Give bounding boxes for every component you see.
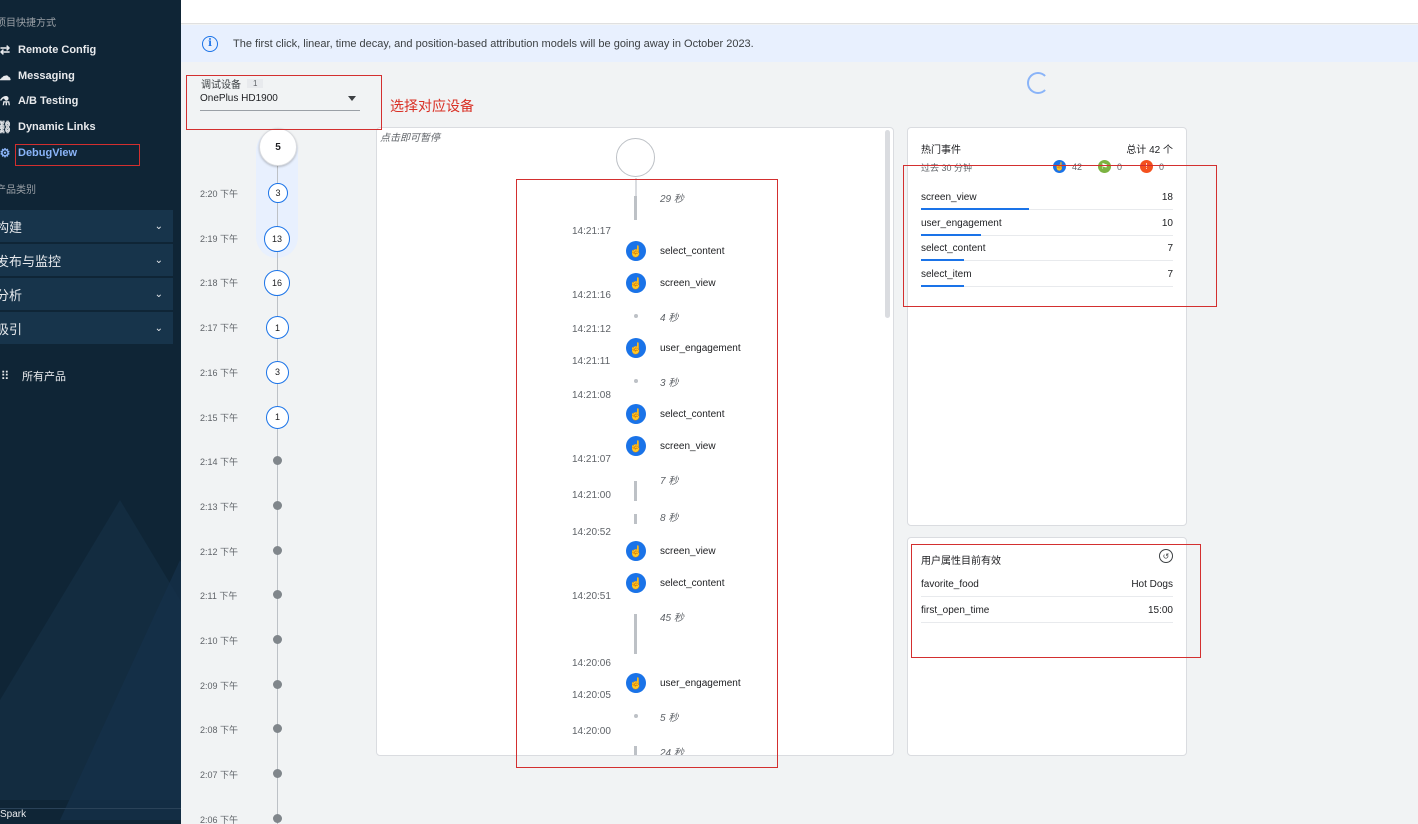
sidebar-group-engage[interactable]: 吸引 ⌄ — [0, 312, 173, 345]
minute-row[interactable]: 2:06 下午 — [200, 808, 320, 824]
minute-row[interactable]: 2:20 下午 3 — [200, 182, 320, 203]
sidebar: 项目快捷方式 ⇄ Remote Config ☁ Messaging ⚗ A/B… — [0, 0, 181, 824]
sidebar-group-analytics[interactable]: 分析 ⌄ — [0, 278, 173, 311]
top-events-title: 热门事件 — [921, 145, 961, 156]
minute-row[interactable]: 2:19 下午 13 — [200, 225, 320, 252]
sidebar-item-all-products[interactable]: ⠿ 所有产品 — [0, 365, 181, 387]
minute-time: 2:16 下午 — [200, 367, 239, 378]
ab-testing-icon: ⚗ — [0, 94, 11, 108]
chevron-down-icon: ⌄ — [154, 220, 163, 232]
minute-row[interactable]: 2:07 下午 — [200, 763, 320, 783]
minute-empty-dot — [273, 635, 282, 644]
minute-count-bubble: 13 — [264, 225, 290, 252]
minute-empty-dot — [273, 590, 282, 600]
minute-time: 2:19 下午 — [200, 233, 239, 244]
annotation-box-top-events — [903, 165, 1217, 307]
minute-row[interactable]: 2:18 下午 16 — [200, 270, 320, 297]
stream-start-circle — [616, 138, 655, 177]
minute-time: 2:09 下午 — [200, 680, 239, 691]
annotation-box-device — [186, 75, 382, 130]
minute-time: 2:11 下午 — [200, 591, 238, 602]
minute-time: 2:12 下午 — [200, 546, 239, 557]
sidebar-item-remote-config[interactable]: ⇄ Remote Config — [0, 39, 181, 61]
messaging-icon: ☁ — [0, 69, 11, 83]
chevron-down-icon: ⌄ — [154, 288, 163, 300]
minute-count-bubble: 1 — [266, 405, 289, 429]
minute-empty-dot — [273, 545, 282, 555]
plan-label: Spark — [0, 808, 181, 824]
minute-time: 2:06 下午 — [200, 814, 239, 824]
minute-time: 2:15 下午 — [200, 412, 239, 423]
minute-time: 2:20 下午 — [200, 189, 239, 199]
sidebar-item-dynamic-links[interactable]: ⛓ Dynamic Links — [0, 116, 181, 138]
grid-icon: ⠿ — [0, 369, 10, 383]
minute-row[interactable]: 2:08 下午 — [200, 718, 320, 738]
minute-empty-dot — [273, 769, 282, 779]
sidebar-decoration — [60, 560, 181, 820]
remote-config-icon: ⇄ — [0, 43, 11, 57]
chevron-down-icon: ⌄ — [154, 254, 163, 266]
minute-time: 2:07 下午 — [200, 770, 239, 781]
info-icon: i — [202, 35, 218, 52]
stream-scrollbar[interactable] — [885, 130, 890, 318]
chevron-down-icon: ⌄ — [154, 322, 163, 334]
minute-empty-dot — [273, 500, 282, 510]
categories-heading: 产品类别 — [0, 185, 36, 196]
minute-row[interactable]: 2:09 下午 — [200, 674, 320, 694]
minute-time: 2:18 下午 — [200, 278, 239, 289]
minute-empty-dot — [273, 724, 282, 734]
top-bar — [181, 0, 1418, 24]
minute-row[interactable]: 2:11 下午 — [200, 584, 320, 604]
minute-time: 2:10 下午 — [200, 636, 239, 646]
annotation-text: 选择对应设备 — [390, 98, 474, 114]
minute-row[interactable]: 2:17 下午 1 — [200, 316, 320, 340]
debugview-icon: ⚙ — [0, 146, 11, 160]
minute-count-bubble: 3 — [268, 183, 288, 203]
banner-text: The first click, linear, time decay, and… — [233, 37, 754, 50]
minute-time: 2:13 下午 — [200, 501, 239, 512]
minute-empty-dot — [273, 679, 282, 689]
top-events-total: 总计 42 个 — [1126, 145, 1173, 156]
minute-count-bubble: 16 — [264, 270, 290, 297]
current-minute-bubble[interactable]: 5 — [259, 128, 297, 166]
minute-row[interactable]: 2:13 下午 — [200, 495, 320, 515]
minute-row[interactable]: 2:10 下午 — [200, 629, 320, 649]
minute-row[interactable]: 2:15 下午 1 — [200, 405, 320, 429]
annotation-box-debugview — [15, 144, 140, 166]
loading-spinner-icon — [1027, 72, 1049, 94]
annotation-box-user-props — [911, 544, 1201, 658]
minute-count-bubble: 1 — [266, 316, 289, 340]
minute-empty-dot — [273, 456, 282, 466]
sidebar-item-messaging[interactable]: ☁ Messaging — [0, 65, 181, 87]
minute-row[interactable]: 2:16 下午 3 — [200, 360, 320, 384]
minute-time: 2:08 下午 — [200, 725, 239, 736]
annotation-box-stream — [516, 179, 778, 768]
pause-hint: 点击即可暂停 — [380, 133, 440, 144]
shortcuts-heading: 项目快捷方式 — [0, 18, 56, 29]
sidebar-group-release[interactable]: 发布与监控 ⌄ — [0, 244, 173, 277]
sidebar-item-ab-testing[interactable]: ⚗ A/B Testing — [0, 90, 181, 112]
minute-time: 2:14 下午 — [200, 457, 239, 468]
minute-empty-dot — [273, 813, 282, 823]
minute-time: 2:17 下午 — [200, 323, 239, 334]
minute-row[interactable]: 2:12 下午 — [200, 540, 320, 560]
dynamic-links-icon: ⛓ — [0, 120, 13, 134]
info-banner: i The first click, linear, time decay, a… — [181, 25, 1418, 62]
sidebar-group-build[interactable]: 构建 ⌄ — [0, 210, 173, 243]
minute-row[interactable]: 2:14 下午 — [200, 450, 320, 470]
minute-count-bubble: 3 — [266, 360, 289, 384]
